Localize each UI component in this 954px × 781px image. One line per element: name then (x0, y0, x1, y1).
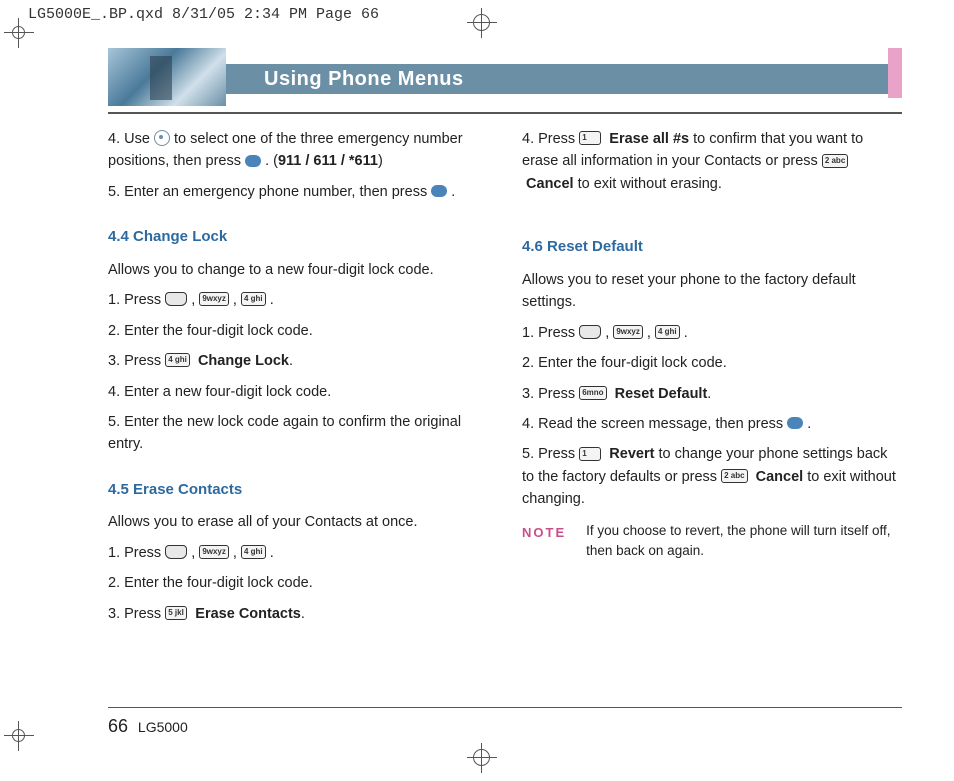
divider (108, 112, 902, 114)
menu-key-icon (579, 325, 601, 339)
key-9-icon: 9wxyz (613, 325, 643, 339)
text: . (684, 325, 688, 341)
divider (108, 707, 902, 709)
text: Reset Default (615, 386, 708, 402)
note-block: NOTE If you choose to revert, the phone … (522, 521, 902, 562)
text: 911 / 611 / *611 (278, 153, 378, 169)
body-text: 4. Use to select one of the three emerge… (108, 128, 488, 173)
text: , (605, 325, 613, 341)
title-band: Using Phone Menus (108, 48, 902, 106)
page-title: Using Phone Menus (226, 64, 902, 94)
menu-key-icon (165, 545, 187, 559)
text: Revert (609, 446, 654, 462)
body-text: 3. Press 5 jkl Erase Contacts. (108, 603, 488, 625)
text: Change Lock (198, 353, 289, 369)
text: 3. Press (108, 606, 165, 622)
body-text: Allows you to erase all of your Contacts… (108, 511, 488, 533)
key-1-icon: 1 (579, 447, 601, 461)
text: Cancel (526, 176, 574, 192)
text: 1. Press (108, 545, 165, 561)
section-tab (888, 48, 902, 98)
key-2-icon: 2 abc (721, 469, 747, 483)
body-text: 5. Enter an emergency phone number, then… (108, 181, 488, 203)
text: 5. Enter an emergency phone number, then… (108, 184, 431, 200)
text: Erase all #s (609, 131, 689, 147)
body-text: 3. Press 6mno Reset Default. (522, 383, 902, 405)
note-label: NOTE (522, 521, 566, 562)
ok-key-icon (787, 417, 803, 429)
section-heading: 4.4 Change Lock (108, 225, 488, 248)
body-text: 2. Enter the four-digit lock code. (108, 320, 488, 342)
text: , (191, 292, 199, 308)
text: . (270, 545, 274, 561)
body-text: 1. Press , 9wxyz , 4 ghi . (108, 289, 488, 311)
right-column: 4. Press 1 Erase all #s to confirm that … (522, 128, 902, 633)
body-text: 4. Press 1 Erase all #s to confirm that … (522, 128, 902, 195)
key-9-icon: 9wxyz (199, 545, 229, 559)
body-text: 1. Press , 9wxyz , 4 ghi . (108, 542, 488, 564)
text: . ( (265, 153, 278, 169)
body-text: Allows you to reset your phone to the fa… (522, 269, 902, 314)
text: , (233, 545, 241, 561)
text: 3. Press (522, 386, 579, 402)
note-text: If you choose to revert, the phone will … (586, 521, 902, 562)
text: , (233, 292, 241, 308)
text: to exit without erasing. (578, 176, 722, 192)
body-text: 5. Enter the new lock code again to conf… (108, 411, 488, 456)
text: 4. Press (522, 131, 579, 147)
body-text: 3. Press 4 ghi Change Lock. (108, 350, 488, 372)
key-4-icon: 4 ghi (241, 292, 266, 306)
key-5-icon: 5 jkl (165, 606, 187, 620)
body-text: 5. Press 1 Revert to change your phone s… (522, 443, 902, 510)
text: 5. Press (522, 446, 579, 462)
text: 1. Press (108, 292, 165, 308)
text: 4. Read the screen message, then press (522, 416, 787, 432)
menu-key-icon (165, 292, 187, 306)
text: . (270, 292, 274, 308)
document-meta-header: LG5000E_.BP.qxd 8/31/05 2:34 PM Page 66 (28, 6, 379, 23)
body-text: 1. Press , 9wxyz , 4 ghi . (522, 322, 902, 344)
text: . (707, 386, 711, 402)
page-footer: 66 LG5000 (108, 707, 902, 738)
text: , (647, 325, 655, 341)
text: . (289, 353, 293, 369)
model-name: LG5000 (138, 719, 188, 735)
nav-ring-icon (154, 130, 170, 146)
text: 3. Press (108, 353, 165, 369)
registration-mark-bottom (467, 743, 497, 773)
key-4-icon: 4 ghi (165, 353, 190, 367)
ok-key-icon (245, 155, 261, 167)
key-2-icon: 2 abc (822, 154, 848, 168)
body-text: Allows you to change to a new four-digit… (108, 259, 488, 281)
text: . (807, 416, 811, 432)
key-1-icon: 1 (579, 131, 601, 145)
page-number: 66 (108, 716, 128, 736)
key-4-icon: 4 ghi (241, 545, 266, 559)
body-text: 2. Enter the four-digit lock code. (108, 572, 488, 594)
body-text: 2. Enter the four-digit lock code. (522, 352, 902, 374)
text: Cancel (756, 469, 804, 485)
section-heading: 4.6 Reset Default (522, 235, 902, 258)
text: . (301, 606, 305, 622)
crop-mark-bottom-left (4, 721, 34, 751)
text: . (451, 184, 455, 200)
section-heading: 4.5 Erase Contacts (108, 478, 488, 501)
text: ) (378, 153, 383, 169)
key-6-icon: 6mno (579, 386, 606, 400)
registration-mark-top (467, 8, 497, 38)
text: 1. Press (522, 325, 579, 341)
title-photo (108, 48, 226, 106)
body-text: 4. Read the screen message, then press . (522, 413, 902, 435)
key-4-icon: 4 ghi (655, 325, 680, 339)
text: , (191, 545, 199, 561)
key-9-icon: 9wxyz (199, 292, 229, 306)
ok-key-icon (431, 185, 447, 197)
body-text: 4. Enter a new four-digit lock code. (108, 381, 488, 403)
crop-mark-top-left (4, 18, 34, 48)
text: Erase Contacts (195, 606, 301, 622)
left-column: 4. Use to select one of the three emerge… (108, 128, 488, 633)
text: 4. Use (108, 131, 154, 147)
